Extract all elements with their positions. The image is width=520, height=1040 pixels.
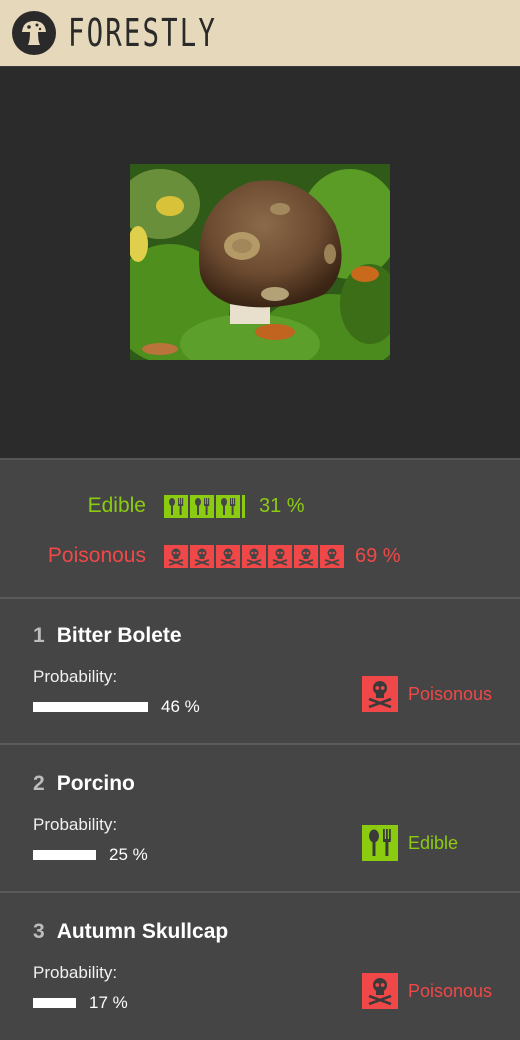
status-badge: Edible — [362, 825, 458, 861]
skull-crossbones-icon — [190, 544, 214, 568]
probability-label: Probability: — [33, 815, 118, 834]
edible-summary-row: Edible 31 % — [0, 491, 520, 521]
probability-value: 46 % — [161, 697, 200, 716]
poisonous-percent: 69 % — [355, 544, 401, 567]
fork-spoon-icon — [164, 494, 188, 518]
photo-panel — [0, 67, 520, 460]
probability-value: 17 % — [89, 993, 128, 1012]
edible-percent: 31 % — [259, 494, 305, 517]
probability-bar — [33, 702, 148, 712]
edible-icon-meter — [164, 494, 245, 518]
edible-meter-partial — [242, 494, 245, 518]
probability-label: Probability: — [33, 667, 118, 686]
mushroom-photo[interactable] — [130, 164, 390, 360]
edible-label: Edible — [87, 494, 146, 517]
edibility-summary: Edible 31 % Poisonous 69 % — [0, 460, 520, 599]
skull-crossbones-icon — [164, 544, 188, 568]
probability-bar — [33, 998, 76, 1008]
probability-bar-track — [33, 850, 183, 860]
status-text: Edible — [408, 832, 459, 853]
candidate-title: 1 Bitter Bolete — [33, 624, 182, 648]
candidate-rank: 1 — [33, 624, 45, 647]
status-text: Poisonous — [408, 683, 493, 704]
fork-spoon-icon — [216, 494, 240, 518]
candidate-rank: 3 — [33, 920, 45, 943]
app-header: FORESTLY — [0, 0, 520, 67]
candidate-name: Porcino — [56, 772, 135, 795]
status-text: Poisonous — [408, 980, 493, 1001]
skull-crossbones-icon — [294, 544, 318, 568]
probability-label: Probability: — [33, 963, 118, 982]
mushroom-logo-icon — [12, 11, 56, 55]
skull-crossbones-icon — [242, 544, 266, 568]
status-badge: Poisonous — [362, 973, 492, 1009]
probability-value: 25 % — [109, 845, 148, 864]
probability-bar — [33, 850, 96, 860]
skull-crossbones-icon — [362, 676, 398, 712]
poisonous-icon-meter — [164, 544, 344, 568]
app-title: FORESTLY — [68, 11, 218, 55]
candidate-title: 3 Autumn Skullcap — [33, 920, 228, 944]
candidate-name: Bitter Bolete — [56, 624, 182, 647]
candidate-rank: 2 — [33, 772, 45, 795]
candidate-card[interactable]: 3 Autumn Skullcap Probability: 17 % Poiso… — [0, 895, 520, 1040]
candidate-card[interactable]: 1 Bitter Bolete Probability: 46 % Poisono… — [0, 599, 520, 745]
skull-crossbones-icon — [362, 973, 398, 1009]
candidate-name: Autumn Skullcap — [56, 920, 229, 943]
skull-crossbones-icon — [216, 544, 240, 568]
candidate-card[interactable]: 2 Porcino Probability: 25 % Edible — [0, 747, 520, 893]
skull-crossbones-icon — [320, 544, 344, 568]
skull-crossbones-icon — [268, 544, 292, 568]
candidate-title: 2 Porcino — [33, 772, 135, 796]
fork-spoon-icon — [362, 825, 398, 861]
poisonous-summary-row: Poisonous 69 % — [0, 541, 520, 571]
poisonous-label: Poisonous — [47, 544, 146, 567]
status-badge: Poisonous — [362, 676, 492, 712]
fork-spoon-icon — [190, 494, 214, 518]
